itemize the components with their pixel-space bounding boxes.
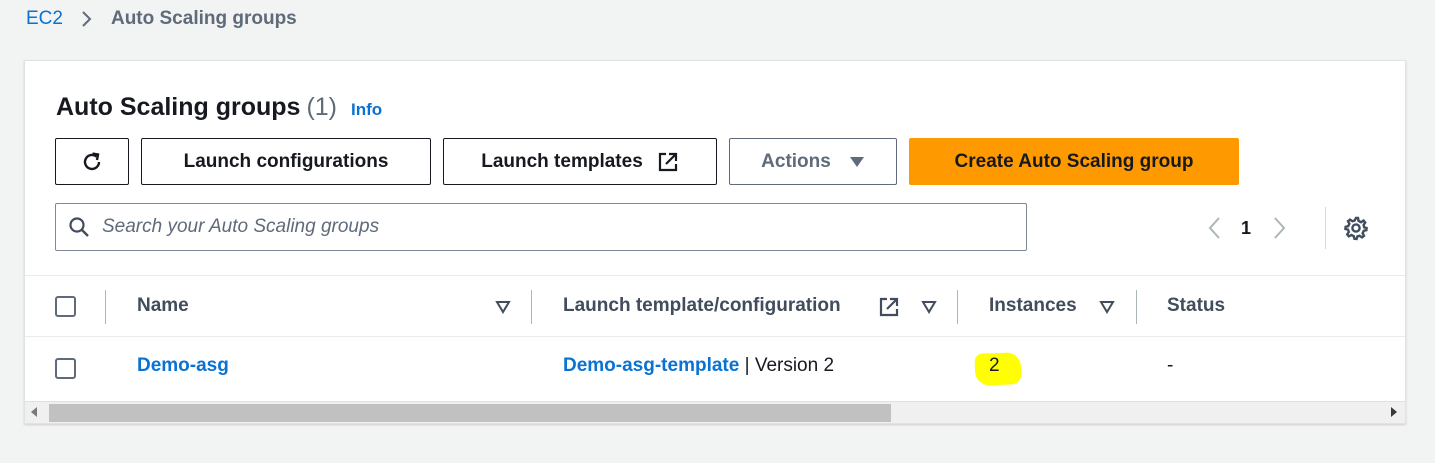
select-all-checkbox[interactable]: [55, 296, 76, 317]
panel-header: Auto Scaling groups (1) Info: [56, 93, 382, 122]
breadcrumb: EC2 Auto Scaling groups: [26, 8, 297, 30]
column-divider: [957, 290, 958, 324]
chevron-right-icon: [82, 11, 92, 27]
pagination: 1: [1201, 213, 1293, 243]
caret-down-icon: [849, 156, 864, 167]
gear-icon[interactable]: [1343, 215, 1369, 241]
column-header-instances[interactable]: Instances: [989, 295, 1077, 317]
instances-count: 2: [989, 355, 1000, 376]
next-page-button[interactable]: [1267, 213, 1293, 243]
chevron-left-icon: [1208, 217, 1220, 239]
breadcrumb-ec2-link[interactable]: EC2: [26, 8, 63, 30]
asg-name-link[interactable]: Demo-asg: [137, 355, 229, 377]
auto-scaling-groups-table: Name Launch template/configuration Insta…: [25, 275, 1405, 399]
launch-templates-button[interactable]: Launch templates: [443, 138, 717, 185]
actions-label: Actions: [761, 150, 831, 172]
refresh-button[interactable]: [55, 138, 129, 185]
sort-caret-icon[interactable]: [921, 300, 937, 314]
scroll-right-arrow-icon[interactable]: [1391, 407, 1397, 417]
previous-page-button[interactable]: [1201, 213, 1227, 243]
row-checkbox[interactable]: [55, 358, 76, 379]
column-header-launch-template[interactable]: Launch template/configuration: [563, 295, 841, 317]
table-header: Name Launch template/configuration Insta…: [25, 275, 1405, 337]
launch-template-cell: Demo-asg-template | Version 2: [563, 355, 834, 377]
launch-templates-label: Launch templates: [481, 150, 643, 172]
column-divider: [531, 290, 532, 324]
launch-configurations-label: Launch configurations: [183, 150, 389, 172]
group-count: (1): [306, 93, 338, 121]
column-header-status[interactable]: Status: [1167, 295, 1225, 317]
search-icon: [69, 217, 89, 237]
create-auto-scaling-group-button[interactable]: Create Auto Scaling group: [909, 138, 1239, 185]
column-header-name[interactable]: Name: [137, 295, 189, 317]
chevron-right-icon: [1274, 217, 1286, 239]
status-cell: -: [1167, 355, 1174, 376]
info-link[interactable]: Info: [351, 100, 382, 120]
page-title: Auto Scaling groups: [56, 93, 301, 121]
create-label: Create Auto Scaling group: [954, 150, 1194, 172]
search-input[interactable]: [102, 216, 1002, 238]
table-row[interactable]: Demo-asg Demo-asg-template | Version 2 2…: [25, 337, 1405, 399]
template-version: | Version 2: [739, 355, 835, 376]
launch-template-link[interactable]: Demo-asg-template: [563, 355, 739, 376]
external-link-icon: [879, 297, 899, 317]
scrollbar-thumb[interactable]: [49, 404, 891, 422]
launch-configurations-button[interactable]: Launch configurations: [141, 138, 431, 185]
horizontal-scrollbar[interactable]: [25, 401, 1405, 423]
auto-scaling-groups-panel: Auto Scaling groups (1) Info Launch conf…: [24, 60, 1406, 424]
breadcrumb-current: Auto Scaling groups: [110, 8, 297, 29]
external-link-icon: [658, 152, 677, 171]
column-divider: [105, 290, 106, 324]
pagination-divider: [1325, 207, 1326, 249]
page-number[interactable]: 1: [1241, 218, 1251, 239]
sort-caret-icon[interactable]: [1099, 300, 1115, 314]
column-divider: [1136, 290, 1137, 324]
actions-dropdown[interactable]: Actions: [729, 138, 897, 185]
sort-caret-icon[interactable]: [495, 300, 511, 314]
scroll-left-arrow-icon[interactable]: [31, 407, 37, 417]
search-box: [55, 203, 1027, 251]
refresh-icon: [83, 151, 101, 170]
